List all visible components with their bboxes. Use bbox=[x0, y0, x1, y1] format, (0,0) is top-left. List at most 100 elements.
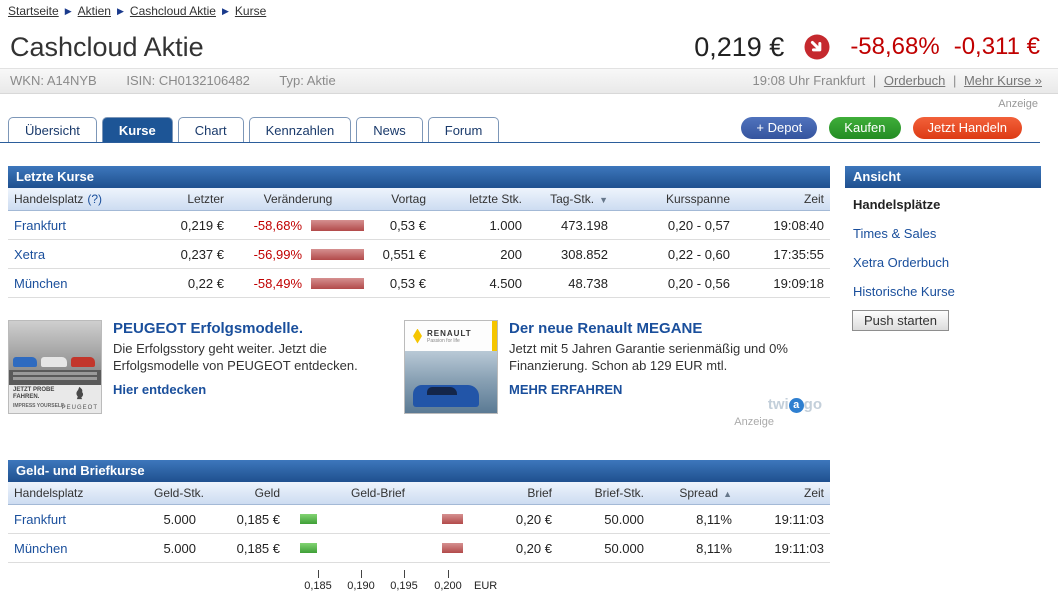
tab-kennzahlen[interactable]: Kennzahlen bbox=[249, 117, 352, 143]
geld-value: 0,185 € bbox=[196, 512, 280, 527]
peugeot-ad-title[interactable]: PEUGEOT Erfolgsmodelle. bbox=[113, 320, 401, 337]
peugeot-ad-image[interactable]: JETZT PROBE FAHREN. IMPRESS YOURSELF. PE… bbox=[8, 320, 102, 414]
peugeot-ad-body: Die Erfolgsstory geht weiter. Jetzt die … bbox=[113, 340, 401, 374]
peugeot-lion-icon bbox=[73, 386, 86, 400]
current-price: 0,219 € bbox=[694, 32, 784, 63]
axis-tick-label: 0,185 bbox=[296, 580, 340, 592]
tab-kurse[interactable]: Kurse bbox=[102, 117, 173, 143]
bid-bar bbox=[300, 514, 317, 524]
spread-value: 8,11% bbox=[644, 512, 732, 527]
tab-chart[interactable]: Chart bbox=[178, 117, 244, 143]
tab-uebersicht[interactable]: Übersicht bbox=[8, 117, 97, 143]
col-label: Tag-Stk. bbox=[550, 192, 594, 206]
zeit-value: 17:35:55 bbox=[730, 247, 830, 262]
sidebar-item-xetra-orderbuch[interactable]: Xetra Orderbuch bbox=[853, 255, 949, 270]
col-header-geld-brief[interactable]: Geld-Brief bbox=[280, 486, 476, 500]
tick-mark bbox=[318, 570, 319, 578]
letzte-kurse-header: Letzte Kurse bbox=[8, 166, 830, 188]
tab-news[interactable]: News bbox=[356, 117, 423, 143]
sort-descending-icon: ▼ bbox=[599, 195, 608, 205]
col-header-spread[interactable]: Spread▲ bbox=[644, 486, 732, 500]
breadcrumb-arrow-icon: ▶ bbox=[222, 6, 229, 16]
letzte-stk-value: 200 bbox=[426, 247, 522, 262]
col-header-handelsplatz[interactable]: Handelsplatz(?) bbox=[8, 192, 154, 206]
breadcrumb: Startseite ▶ Aktien ▶ Cashcloud Aktie ▶ Kurse bbox=[8, 4, 266, 18]
vortag-value: 0,53 € bbox=[372, 218, 426, 233]
sidebar-item-handelsplaetze[interactable]: Handelsplätze bbox=[845, 190, 1041, 219]
breadcrumb-link-kurse[interactable]: Kurse bbox=[235, 4, 266, 18]
col-header-tag-stk[interactable]: Tag-Stk. ▼ bbox=[522, 192, 608, 206]
mehr-kurse-link[interactable]: Mehr Kurse » bbox=[964, 73, 1042, 88]
isin-value: ISIN: CH0132106482 bbox=[126, 73, 250, 88]
peugeot-ad-link[interactable]: Hier entdecken bbox=[113, 381, 401, 398]
sidebar-item-times-sales[interactable]: Times & Sales bbox=[853, 226, 936, 241]
tag-stk-value: 473.198 bbox=[522, 218, 608, 233]
twiago-logo[interactable]: twiago bbox=[734, 396, 822, 413]
breadcrumb-link-startseite[interactable]: Startseite bbox=[8, 4, 59, 18]
tick-mark bbox=[361, 570, 362, 578]
renault-ad-image[interactable]: RENAULT Passion for life bbox=[404, 320, 498, 414]
sidebar-item-historische-kurse[interactable]: Historische Kurse bbox=[853, 284, 955, 299]
kaufen-button[interactable]: Kaufen bbox=[829, 117, 900, 139]
handelsplatz-link-muenchen[interactable]: München bbox=[14, 276, 67, 291]
add-depot-button[interactable]: + Depot bbox=[741, 117, 817, 139]
blue-megane-shape bbox=[413, 385, 479, 407]
handelsplatz-help-link[interactable]: (?) bbox=[87, 192, 102, 206]
geld-stk-value: 5.000 bbox=[154, 512, 196, 527]
orderbuch-link[interactable]: Orderbuch bbox=[884, 73, 945, 88]
peugeot-cars-scene bbox=[9, 321, 101, 370]
breadcrumb-link-cashcloud-aktie[interactable]: Cashcloud Aktie bbox=[130, 4, 216, 18]
main-column: Letzte Kurse Handelsplatz(?) Letzter Ver… bbox=[8, 166, 830, 597]
geld-brief-header: Geld- und Briefkurse bbox=[8, 460, 830, 482]
table-row: Frankfurt 0,219 € -58,68% 0,53 € 1.000 4… bbox=[8, 211, 830, 240]
geld-stk-value: 5.000 bbox=[154, 541, 196, 556]
anzeige-label: Anzeige bbox=[734, 416, 774, 428]
col-header-geld-stk[interactable]: Geld-Stk. bbox=[154, 486, 196, 500]
tick-mark bbox=[404, 570, 405, 578]
col-header-zeit[interactable]: Zeit bbox=[730, 192, 830, 206]
ask-bar bbox=[442, 514, 463, 524]
jetzt-handeln-button[interactable]: Jetzt Handeln bbox=[913, 117, 1023, 139]
col-header-brief[interactable]: Brief bbox=[476, 486, 552, 500]
twiago-a-icon: a bbox=[789, 398, 804, 413]
instrument-ids: WKN: A14NYB ISIN: CH0132106482 Typ: Akti… bbox=[0, 69, 362, 93]
breadcrumb-arrow-icon: ▶ bbox=[117, 6, 124, 16]
renault-car-scene bbox=[405, 351, 497, 413]
col-header-kursspanne[interactable]: Kursspanne bbox=[608, 192, 730, 206]
handelsplatz-link-xetra[interactable]: Xetra bbox=[14, 247, 45, 262]
sidebar-header: Ansicht bbox=[845, 166, 1041, 188]
handelsplatz-link-muenchen[interactable]: München bbox=[14, 541, 67, 556]
col-header-brief-stk[interactable]: Brief-Stk. bbox=[552, 486, 644, 500]
tab-forum[interactable]: Forum bbox=[428, 117, 500, 143]
handelsplatz-link-frankfurt[interactable]: Frankfurt bbox=[14, 218, 66, 233]
col-header-handelsplatz[interactable]: Handelsplatz bbox=[8, 486, 154, 500]
renault-ad-title[interactable]: Der neue Renault MEGANE bbox=[509, 320, 797, 337]
handelsplatz-link-frankfurt[interactable]: Frankfurt bbox=[14, 512, 66, 527]
breadcrumb-link-aktien[interactable]: Aktien bbox=[78, 4, 111, 18]
ad-attribution: twiago Anzeige bbox=[734, 396, 822, 428]
price-down-arrow-icon bbox=[804, 34, 830, 60]
col-header-geld[interactable]: Geld bbox=[196, 486, 280, 500]
breadcrumb-arrow-icon: ▶ bbox=[65, 6, 72, 16]
col-header-letzter[interactable]: Letzter bbox=[154, 192, 224, 206]
brief-stk-value: 50.000 bbox=[552, 541, 644, 556]
col-header-zeit[interactable]: Zeit bbox=[732, 486, 830, 500]
quote-time: 19:08 Uhr Frankfurt bbox=[753, 73, 866, 88]
col-header-veraenderung[interactable]: Veränderung bbox=[224, 192, 372, 206]
zeit-value: 19:11:03 bbox=[732, 541, 830, 556]
tab-rule bbox=[0, 142, 1040, 143]
geld-brief-spread-chart bbox=[280, 534, 476, 562]
col-header-vortag[interactable]: Vortag bbox=[372, 192, 426, 206]
axis-tick-label: 0,190 bbox=[339, 580, 383, 592]
peugeot-ad-footer: JETZT PROBE FAHREN. IMPRESS YOURSELF. PE… bbox=[9, 385, 101, 413]
zeit-value: 19:09:18 bbox=[730, 276, 830, 291]
tab-strip: Übersicht Kurse Chart Kennzahlen News Fo… bbox=[0, 114, 1040, 143]
push-starten-button[interactable]: Push starten bbox=[852, 310, 949, 331]
letzte-stk-value: 4.500 bbox=[426, 276, 522, 291]
vortag-value: 0,551 € bbox=[372, 247, 426, 262]
geld-value: 0,185 € bbox=[196, 541, 280, 556]
col-header-letzte-stk[interactable]: letzte Stk. bbox=[426, 192, 522, 206]
title-row: Cashcloud Aktie 0,219 € -58,68% -0,311 € bbox=[10, 28, 1040, 66]
instrument-info-bar: WKN: A14NYB ISIN: CH0132106482 Typ: Akti… bbox=[0, 68, 1058, 94]
quote-meta: 19:08 Uhr Frankfurt | Orderbuch | Mehr K… bbox=[753, 69, 1058, 93]
